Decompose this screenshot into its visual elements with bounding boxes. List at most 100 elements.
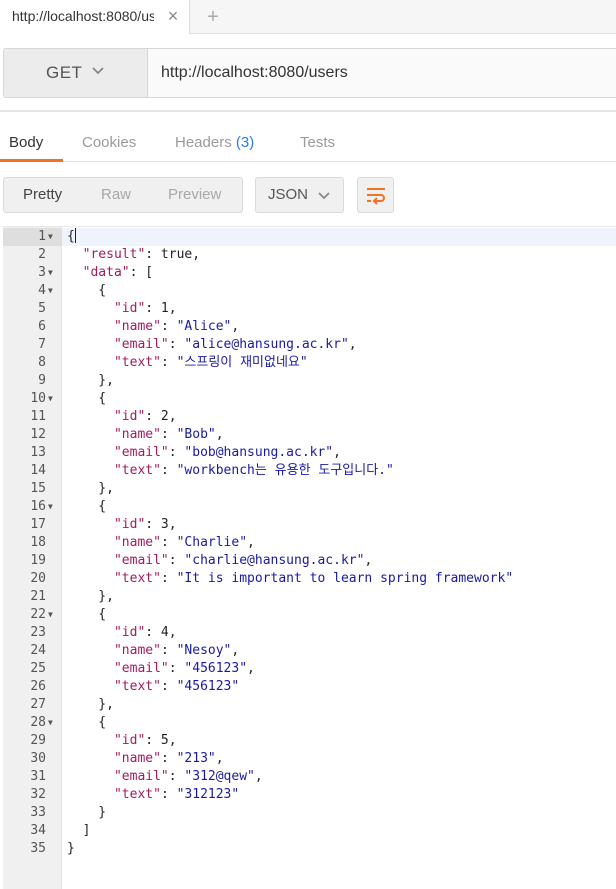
json-punct: : true, [145,247,201,262]
json-punct: : [160,643,177,658]
code-text: "id": 1, [67,300,177,318]
json-string: "charlie@hansung.ac.kr" [184,553,365,568]
preview-button[interactable]: Preview [168,186,221,203]
json-punct: , [231,643,240,658]
json-string: "312@qew" [184,769,255,784]
fold-arrow-icon[interactable]: ▼ [48,390,58,408]
json-string: "bob@hansung.ac.kr" [184,445,334,460]
code-line: 31 "email": "312@qew", [3,768,616,786]
code-text: "id": 4, [67,624,177,642]
line-number: 22 [30,607,46,622]
code-text: { [67,606,106,624]
response-tabs: Body Cookies Headers (3) Tests [0,122,616,162]
json-string: "alice@hansung.ac.kr" [184,337,349,352]
tab-tests[interactable]: Tests [300,134,335,151]
wrap-lines-button[interactable] [357,177,394,213]
fold-arrow-icon[interactable]: ▼ [48,228,58,246]
json-punct: } [67,805,107,820]
json-key: "id" [113,301,146,316]
json-punct [67,553,114,568]
code-line: 9 }, [3,372,616,390]
json-punct [67,787,114,802]
line-number: 16 [30,499,46,514]
line-number: 24 [30,643,46,658]
code-line: 8 "text": "스프링이 재미없네요" [3,354,616,372]
json-punct [67,265,83,280]
json-punct: { [67,229,75,244]
line-number: 9 [38,373,46,388]
code-line: 20 "text": "It is important to learn spr… [3,570,616,588]
json-punct: }, [67,481,114,496]
code-line: 3 ▼ "data": [ [3,264,616,282]
method-dropdown[interactable]: GET [4,49,148,97]
json-punct: }, [67,373,114,388]
line-number: 15 [30,481,46,496]
json-punct: : [160,355,177,370]
code-line: 14 "text": "workbench는 유용한 도구입니다." [3,462,616,480]
raw-button[interactable]: Raw [101,186,131,203]
fold-arrow-icon[interactable]: ▼ [48,606,58,624]
line-number: 21 [30,589,46,604]
code-text: "name": "213", [67,750,224,768]
active-tab-indicator [0,159,63,162]
json-punct: : [168,445,185,460]
fold-arrow-icon[interactable]: ▼ [48,282,58,300]
response-body-editor[interactable]: 1 ▼{2 "result": true, 3 ▼ "data": [4 ▼ {5 "i… [3,226,616,889]
json-punct [67,643,114,658]
json-punct: { [67,283,107,298]
request-tab-title: http://localhost:8080/users [12,8,154,24]
new-tab-button[interactable]: + [196,2,230,32]
json-punct: : 1, [145,301,177,316]
code-text: { [67,714,106,732]
close-icon[interactable]: × [164,6,182,26]
json-punct: }, [67,589,114,604]
code-line: 29 "id": 5, [3,732,616,750]
json-punct: , [348,337,357,352]
code-line: 21 }, [3,588,616,606]
code-text: }, [67,480,114,498]
pretty-button[interactable]: Pretty [23,186,62,203]
code-text: "text": "workbench는 유용한 도구입니다." [67,462,394,480]
json-punct [67,301,114,316]
code-text: "email": "456123", [67,660,255,678]
code-text: "name": "Charlie", [67,534,255,552]
json-string: "It is important to learn spring framewo… [176,571,514,586]
fold-arrow-icon[interactable]: ▼ [48,714,58,732]
json-punct: : [160,787,177,802]
fold-arrow-icon[interactable]: ▼ [48,264,58,282]
line-number: 26 [30,679,46,694]
code-text: "id": 5, [67,732,177,750]
tab-headers[interactable]: Headers (3) [175,134,254,151]
code-line: 30 "name": "213", [3,750,616,768]
tab-cookies[interactable]: Cookies [82,134,136,151]
code-line: 15 }, [3,480,616,498]
json-punct [67,535,114,550]
json-punct [67,517,114,532]
json-punct: , [215,751,224,766]
code-text: "email": "alice@hansung.ac.kr", [67,336,357,354]
code-line: 17 "id": 3, [3,516,616,534]
code-text: "text": "스프링이 재미없네요" [67,354,308,372]
view-mode-group: Pretty Raw Preview [3,177,243,213]
code-line: 4 ▼ { [3,282,616,300]
json-string: "Alice" [176,319,232,334]
language-select[interactable]: JSON [255,177,344,213]
fold-arrow-icon[interactable]: ▼ [48,498,58,516]
code-line: 33 } [3,804,616,822]
json-punct: : [168,769,185,784]
tab-bar: http://localhost:8080/users × + [0,0,616,34]
url-input[interactable]: http://localhost:8080/users [161,64,348,82]
json-punct [67,661,114,676]
line-number: 10 [30,391,46,406]
code-text: }, [67,372,114,390]
code-line: 34 ] [3,822,616,840]
line-number: 6 [38,319,46,334]
code-text: { [67,282,106,300]
code-line: 22 ▼ { [3,606,616,624]
code-text: "name": "Alice", [67,318,239,336]
tab-body[interactable]: Body [9,134,43,151]
json-punct: { [67,391,107,406]
request-tab[interactable]: http://localhost:8080/users × [0,0,190,34]
json-key: "email" [113,661,169,676]
line-number: 27 [30,697,46,712]
